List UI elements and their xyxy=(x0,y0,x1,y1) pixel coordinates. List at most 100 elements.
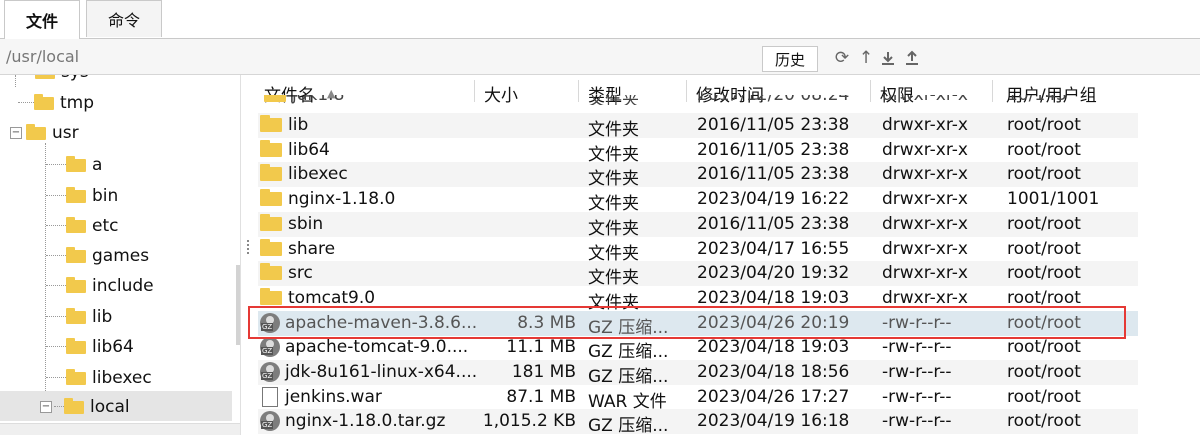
tree-item-label: lib64 xyxy=(92,337,134,357)
file-owner: 1001/1001 xyxy=(1007,189,1100,210)
archive-icon xyxy=(260,337,280,358)
tree-item-label: libexec xyxy=(92,368,152,388)
path-input[interactable]: /usr/local xyxy=(6,47,79,66)
folder-icon xyxy=(260,263,282,281)
folder-icon xyxy=(66,155,86,172)
archive-icon xyxy=(260,411,280,432)
tree-item-usr[interactable]: usr xyxy=(26,118,79,148)
table-row[interactable]: lib 文件夹 2016/11/05 23:38 drwxr-xr-x root/roo… xyxy=(258,113,1138,140)
file-permissions: -rw-r--r-- xyxy=(882,337,952,358)
refresh-icon[interactable]: ⟳ xyxy=(832,46,852,70)
folder-icon xyxy=(260,238,282,256)
file-name-text: nginx-1.18.0 xyxy=(288,189,396,210)
file-modified: 2016/11/05 23:38 xyxy=(697,139,850,160)
file-modified: 2016/11/05 23:38 xyxy=(697,164,850,185)
folder-icon xyxy=(260,213,282,231)
file-type: 文件夹 xyxy=(588,169,639,190)
file-name-text: jdk1.8 xyxy=(292,95,345,105)
tree-item-lib64[interactable]: lib64 xyxy=(46,332,134,362)
file-modified: 2023/04/20 19:32 xyxy=(697,263,850,284)
table-row[interactable]: apache-tomcat-9.0.... 11.1 MB GZ 压缩... 2023… xyxy=(258,335,1138,362)
tree-item-partial[interactable]: sys xyxy=(35,75,89,87)
collapse-toggle-icon[interactable]: − xyxy=(10,127,22,139)
folder-icon xyxy=(66,307,86,324)
tree-scrollbar[interactable] xyxy=(236,265,240,345)
table-row[interactable]: jenkins.war 87.1 MB WAR 文件 2023/04/26 17:27… xyxy=(258,385,1138,412)
file-name: lib xyxy=(260,115,308,135)
directory-tree: sys tmp − usr a bin etc games include li… xyxy=(0,75,241,435)
tree-item-etc[interactable]: etc xyxy=(46,211,118,241)
file-name-text: jenkins.war xyxy=(285,386,382,407)
tree-item-libexec[interactable]: libexec xyxy=(46,363,152,393)
file-owner: 10/143 xyxy=(1007,95,1067,105)
file-owner: root/root xyxy=(1007,386,1081,407)
tab-bar: 文件 命令 xyxy=(0,0,1200,39)
table-row[interactable]: libexec 文件夹 2016/11/05 23:38 drwxr-xr-x root… xyxy=(258,162,1138,190)
file-owner: root/root xyxy=(1007,287,1081,308)
table-row[interactable]: jdk1.8 文件夹 2017/12/20 08:24 drwxr-xr-x 1… xyxy=(258,95,1138,105)
file-type: 文件夹 xyxy=(588,268,639,289)
tree-connector xyxy=(46,377,66,379)
file-name: apache-tomcat-9.0.... xyxy=(260,337,468,358)
folder-icon xyxy=(66,216,86,233)
file-modified: 2023/04/19 16:22 xyxy=(697,189,850,210)
table-row[interactable]: nginx-1.18.0 文件夹 2023/04/19 16:22 drwxr-xr-… xyxy=(258,187,1138,214)
file-type: 文件夹 xyxy=(588,218,639,239)
partial-row-clip: jdk1.8 文件夹 2017/12/20 08:24 drwxr-xr-x 1… xyxy=(250,95,1150,105)
highlight-box xyxy=(248,306,1126,339)
file-size: 1,015.2 KB xyxy=(482,411,576,432)
tree-item-a[interactable]: a xyxy=(46,150,102,180)
tree-horizontal-scrollbar[interactable] xyxy=(0,423,240,435)
file-owner: root/root xyxy=(1007,139,1081,160)
file-modified: 2017/12/20 08:24 xyxy=(697,95,850,105)
table-row[interactable]: share 文件夹 2023/04/17 16:55 drwxr-xr-x root/r… xyxy=(258,237,1138,264)
file-name: nginx-1.18.0.tar.gz xyxy=(260,411,445,432)
table-row[interactable]: nginx-1.18.0.tar.gz 1,015.2 KB GZ 压缩... 202… xyxy=(258,409,1138,436)
file-name: nginx-1.18.0 xyxy=(260,189,395,209)
download-icon[interactable] xyxy=(878,46,898,70)
file-modified: 2023/04/18 18:56 xyxy=(697,362,850,382)
table-row[interactable]: sbin 文件夹 2016/11/05 23:38 drwxr-xr-x root/ro… xyxy=(258,211,1138,239)
tree-connector xyxy=(46,164,66,166)
file-permissions: drwxr-xr-x xyxy=(882,263,968,284)
folder-icon xyxy=(66,276,86,293)
file-permissions: drwxr-xr-x xyxy=(882,115,968,135)
tree-connector xyxy=(46,225,66,227)
history-button[interactable]: 历史 xyxy=(762,46,818,72)
up-arrow-icon[interactable]: ↑ xyxy=(856,46,876,70)
tree-item-label: sys xyxy=(61,75,89,82)
file-name-text: lib xyxy=(288,115,309,135)
folder-icon xyxy=(34,93,54,110)
file-type: WAR 文件 xyxy=(588,391,667,412)
table-row[interactable]: lib64 文件夹 2016/11/05 23:38 drwxr-xr-x root/r… xyxy=(258,138,1138,165)
file-name-text: libexec xyxy=(288,164,348,185)
folder-icon xyxy=(260,287,282,305)
file-name-text: tomcat9.0 xyxy=(288,287,376,308)
tree-item-label: include xyxy=(92,276,154,296)
folder-icon xyxy=(264,95,286,102)
table-row[interactable]: src 文件夹 2023/04/20 19:32 drwxr-xr-x root/roo… xyxy=(258,261,1138,289)
file-name: sbin xyxy=(260,213,323,234)
tab-files-label: 文件 xyxy=(25,12,58,31)
upload-icon[interactable] xyxy=(902,46,922,70)
tree-item-games[interactable]: games xyxy=(46,241,149,271)
tree-item-include[interactable]: include xyxy=(46,271,154,301)
tree-item-label: etc xyxy=(92,216,119,236)
file-permissions: -rw-r--r-- xyxy=(882,411,952,432)
tree-item-lib[interactable]: lib xyxy=(46,302,112,332)
tree-item-tmp[interactable]: tmp xyxy=(18,88,94,118)
tab-commands[interactable]: 命令 xyxy=(86,0,162,37)
table-row[interactable]: jdk-8u161-linux-x64....181 MBGZ 压缩...202… xyxy=(258,360,1138,387)
collapse-toggle-icon[interactable]: − xyxy=(40,401,52,413)
file-name-text: lib64 xyxy=(288,139,330,160)
panel-splitter[interactable] xyxy=(242,75,250,440)
tab-files[interactable]: 文件 xyxy=(4,0,80,39)
tree-item-bin[interactable]: bin xyxy=(46,181,118,211)
file-permissions: drwxr-xr-x xyxy=(882,95,968,105)
file-name: libexec xyxy=(260,164,348,184)
file-icon xyxy=(262,386,278,407)
file-permissions: drwxr-xr-x xyxy=(882,164,968,185)
tree-item-local[interactable]: local xyxy=(54,392,130,422)
file-name-text: share xyxy=(288,238,336,259)
file-modified: 2023/04/19 16:18 xyxy=(697,411,850,432)
